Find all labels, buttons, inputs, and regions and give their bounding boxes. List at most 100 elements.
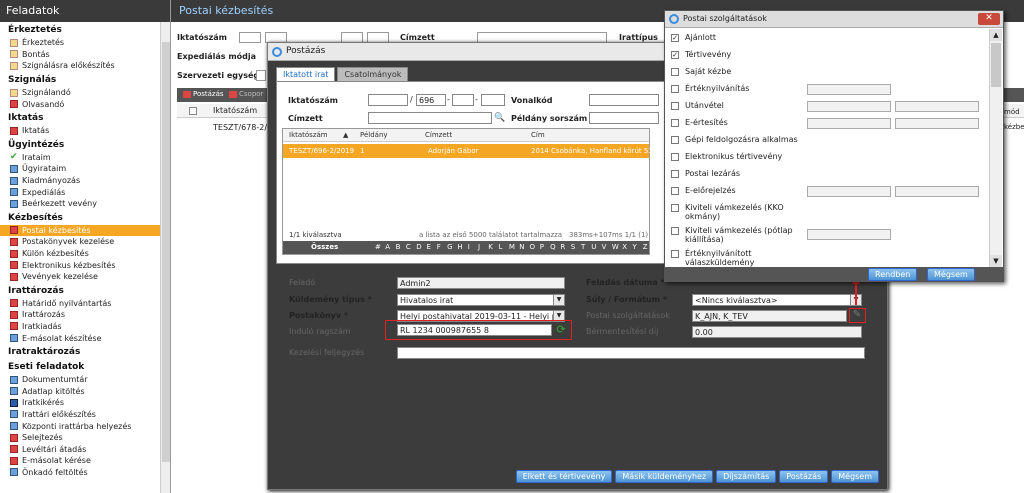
bg-grid-col-iktatoszam[interactable]: Iktatószám bbox=[213, 106, 257, 115]
bg-grid-row-iktatoszam[interactable]: TESZT/678-2/2 bbox=[213, 123, 272, 132]
sidebar-item[interactable]: Bontás bbox=[0, 49, 160, 61]
szolg-checkbox[interactable] bbox=[671, 85, 679, 93]
szolg-checkbox[interactable] bbox=[671, 153, 679, 161]
szolg-dialog-title[interactable]: Postai szolgáltatások ✕ bbox=[665, 11, 1003, 28]
iktatoszam-prefix-input[interactable] bbox=[368, 94, 408, 106]
cimzett-lookup-icon[interactable]: 🔍 bbox=[494, 113, 505, 123]
szolg-item[interactable]: Postai lezárás bbox=[669, 169, 987, 178]
sidebar-group-title[interactable]: Iratraktározás bbox=[0, 344, 160, 359]
sidebar-item[interactable]: Kiadmányozás bbox=[0, 175, 160, 187]
szolg-value-input[interactable] bbox=[895, 118, 979, 129]
alpha-filter-letter[interactable]: F bbox=[437, 243, 441, 251]
sidebar-item[interactable]: Postakönyvek kezelése bbox=[0, 236, 160, 248]
sidebar-item[interactable]: Vevények kezelése bbox=[0, 271, 160, 283]
szolg-checkbox[interactable] bbox=[671, 250, 679, 258]
alpha-filter-letter[interactable]: X bbox=[622, 243, 627, 251]
scroll-up-icon[interactable]: ▲ bbox=[990, 29, 1002, 41]
szolg-value-input[interactable] bbox=[807, 229, 891, 240]
ok-button[interactable]: Rendben bbox=[868, 268, 918, 281]
sidebar-item[interactable]: Határidő nyilvántartás bbox=[0, 298, 160, 310]
szolg-scrollbar[interactable]: ▲ ▼ bbox=[989, 29, 1002, 267]
alpha-filter-letter[interactable]: L bbox=[499, 243, 503, 251]
sidebar-item[interactable]: Beérkezett vevény bbox=[0, 198, 160, 210]
sidebar-scrollbar[interactable] bbox=[160, 22, 170, 493]
sidebar-item[interactable]: E-másolat készítése bbox=[0, 332, 160, 344]
szolg-item[interactable]: Értéknyilvánított válaszküldemény bbox=[669, 249, 797, 267]
iktatoszam-suffix-input[interactable] bbox=[452, 94, 474, 106]
bg-iktatoszam-input-1[interactable] bbox=[239, 32, 261, 43]
sidebar-group-title[interactable]: Ügyintézés bbox=[0, 137, 160, 152]
alpha-filter-letter[interactable]: M bbox=[509, 243, 515, 251]
alpha-filter-letter[interactable]: U bbox=[591, 243, 596, 251]
szolg-checkbox[interactable] bbox=[671, 68, 679, 76]
szolg-checkbox[interactable] bbox=[671, 187, 679, 195]
alpha-filter-letter[interactable]: O bbox=[530, 243, 536, 251]
sidebar-item[interactable]: Irattározás bbox=[0, 309, 160, 321]
alpha-filter-letter[interactable]: S bbox=[571, 243, 575, 251]
tab-csatolmanyok[interactable]: Csatolmányok bbox=[337, 67, 409, 81]
close-icon[interactable]: ✕ bbox=[978, 13, 1000, 25]
szolg-checkbox[interactable]: ✓ bbox=[671, 51, 679, 59]
suly-formatum-select[interactable]: <Nincs kiválasztva> bbox=[692, 294, 862, 306]
sidebar-group-title[interactable]: Iktatás bbox=[0, 110, 160, 125]
szolg-item[interactable]: Gépi feldolgozásra alkalmas bbox=[669, 135, 987, 144]
postai-szolgaltatasok-input[interactable]: K_AJN, K_TEV bbox=[692, 310, 847, 322]
alpha-filter-letter[interactable]: D bbox=[416, 243, 421, 251]
alpha-filter-letter[interactable]: C bbox=[406, 243, 411, 251]
sidebar-item[interactable]: Iratkikérés bbox=[0, 397, 160, 409]
alpha-filter-letter[interactable]: Z bbox=[643, 243, 648, 251]
alpha-filter-letter[interactable]: R bbox=[560, 243, 565, 251]
cimzett-input[interactable] bbox=[368, 112, 492, 124]
alpha-filter-letter[interactable]: V bbox=[602, 243, 607, 251]
alpha-filter-letter[interactable]: N bbox=[519, 243, 524, 251]
szolg-checkbox[interactable]: ✓ bbox=[671, 34, 679, 42]
sidebar-item[interactable]: Elektronikus kézbesítés bbox=[0, 259, 160, 271]
szolg-checkbox[interactable] bbox=[671, 227, 679, 235]
sidebar-item[interactable]: Dokumentumtár bbox=[0, 374, 160, 386]
alpha-filter-letter[interactable]: A bbox=[385, 243, 390, 251]
sidebar-item[interactable]: Irattári előkészítés bbox=[0, 409, 160, 421]
sidebar-item[interactable]: Szignálandó bbox=[0, 87, 160, 99]
sidebar-item[interactable]: Ügyirataim bbox=[0, 163, 160, 175]
sidebar-item[interactable]: Érkeztetés bbox=[0, 37, 160, 49]
sidebar-item[interactable]: Postai kézbesítés bbox=[0, 224, 160, 237]
szolg-cancel-button[interactable]: Mégsem bbox=[927, 268, 975, 281]
alpha-filter-letter[interactable]: P bbox=[540, 243, 544, 251]
alpha-filter-letter[interactable]: T bbox=[581, 243, 585, 251]
kezelesi-feljegyzes-input[interactable] bbox=[397, 347, 865, 359]
szolg-item[interactable]: ✓ Tértivevény bbox=[669, 50, 987, 59]
alpha-filter-letter[interactable]: H bbox=[457, 243, 462, 251]
felado-input[interactable]: Admin2 bbox=[397, 277, 565, 289]
postazas-button[interactable]: Postázás bbox=[779, 470, 829, 483]
szolg-scroll-thumb[interactable] bbox=[991, 43, 1001, 87]
alpha-filter-letter[interactable]: K bbox=[488, 243, 493, 251]
sidebar-group-title[interactable]: Érkeztetés bbox=[0, 22, 160, 37]
sidebar-item[interactable]: Külön kézbesítés bbox=[0, 248, 160, 260]
szolg-value-input[interactable] bbox=[807, 84, 891, 95]
alpha-filter-letter[interactable]: G bbox=[447, 243, 452, 251]
masik-kuldemenyhez-button[interactable]: Másik küldeményhez bbox=[615, 470, 714, 483]
alpha-filter-letter[interactable]: Y bbox=[633, 243, 637, 251]
szolg-value-input[interactable] bbox=[895, 101, 979, 112]
alpha-filter-letter[interactable]: I bbox=[468, 243, 470, 251]
alpha-filter-all[interactable]: Összes bbox=[311, 243, 338, 251]
sidebar-item[interactable]: ✔ Irataim bbox=[0, 152, 160, 164]
tab-iktatott-irat[interactable]: Iktatott irat bbox=[276, 67, 336, 81]
alpha-filter-letter[interactable]: W bbox=[612, 243, 619, 251]
szolg-value-input[interactable] bbox=[807, 101, 891, 112]
kuldemeny-tipus-select[interactable]: Hivatalos irat bbox=[397, 294, 565, 306]
grid-col-cimzett[interactable]: Címzett bbox=[425, 131, 452, 139]
sidebar-scroll-thumb[interactable] bbox=[162, 42, 170, 462]
sidebar-group-title[interactable]: Kézbesítés bbox=[0, 210, 160, 225]
bermentesitesi-dij-input[interactable]: 0.00 bbox=[692, 326, 862, 338]
sidebar-item[interactable]: Önkadó feltöltés bbox=[0, 467, 160, 479]
szolg-checkbox[interactable] bbox=[671, 119, 679, 127]
bg-postazas-button[interactable]: Postázás bbox=[181, 90, 226, 100]
szolg-value-input[interactable] bbox=[807, 186, 891, 197]
scroll-down-icon[interactable]: ▼ bbox=[990, 255, 1002, 267]
sidebar-item[interactable]: Levéltári átadás bbox=[0, 443, 160, 455]
szolg-item[interactable]: Kiviteli vámkezelés (KKO okmány) bbox=[669, 203, 797, 221]
bg-szervezeti-input[interactable] bbox=[256, 70, 266, 81]
sidebar-item[interactable]: Szignálásra előkészítés bbox=[0, 60, 160, 72]
sidebar-group-title[interactable]: Irattározás bbox=[0, 283, 160, 298]
